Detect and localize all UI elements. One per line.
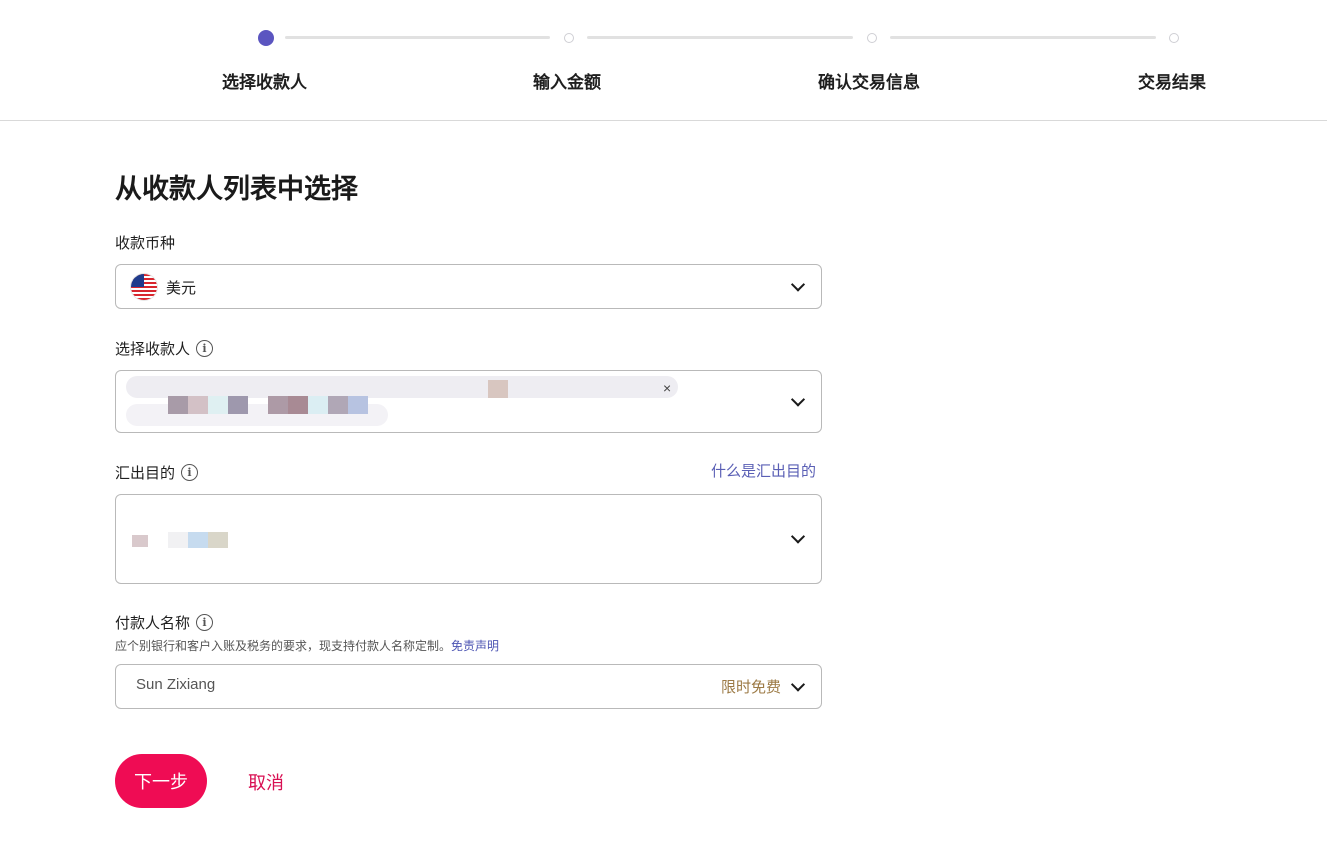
purpose-help-link[interactable]: 什么是汇出目的 [711,460,816,481]
currency-select[interactable]: 美元 [115,264,822,309]
purpose-select[interactable] [115,494,822,584]
purpose-label: 汇出目的 i [115,462,199,483]
step-2-label: 输入金额 [533,73,601,92]
masked-text [208,396,228,414]
cancel-button[interactable]: 取消 [248,769,284,795]
step-1-label: 选择收款人 [222,73,307,92]
currency-label-text: 收款币种 [115,235,176,252]
masked-text [188,532,208,548]
payer-note-text: 应个别银行和客户入账及税务的要求，现支持付款人名称定制。 [115,639,452,653]
masked-text [188,396,208,414]
masked-text [308,396,328,414]
chevron-down-icon[interactable] [790,676,806,692]
us-flag-icon [131,274,157,300]
payer-label-text: 付款人名称 [115,615,191,632]
payer-note: 应个别银行和客户入账及税务的要求，现支持付款人名称定制。免责声明 [115,637,499,654]
purpose-label-text: 汇出目的 [115,465,176,482]
payer-label: 付款人名称 i [115,612,214,633]
step-connector [285,36,550,39]
payer-value: Sun Zixiang [136,676,216,693]
next-button[interactable]: 下一步 [115,754,207,808]
step-2-indicator [564,33,574,43]
masked-text [328,396,348,414]
disclaimer-link[interactable]: 免责声明 [451,639,499,653]
info-icon[interactable]: i [196,614,214,631]
info-icon[interactable]: i [196,340,214,357]
payee-label: 选择收款人 i [115,338,214,359]
step-connector [587,36,853,39]
payer-select[interactable]: Sun Zixiang 限时免费 [115,664,822,709]
masked-text [168,532,188,548]
step-4-label: 交易结果 [1138,73,1206,92]
currency-value: 美元 [166,280,197,297]
masked-text [268,396,288,414]
free-badge: 限时免费 [720,679,781,696]
payee-select[interactable]: × [115,370,822,433]
info-icon[interactable]: i [181,464,199,481]
step-connector [890,36,1156,39]
payee-label-text: 选择收款人 [115,341,191,358]
chevron-down-icon[interactable] [790,391,806,407]
masked-text [168,396,188,414]
chevron-down-icon[interactable] [790,529,806,544]
masked-text [208,532,228,548]
masked-text [288,396,308,414]
step-3-label: 确认交易信息 [818,73,920,92]
masked-text [348,396,368,414]
step-4-indicator [1169,33,1179,43]
close-icon[interactable]: × [663,380,671,396]
step-3-indicator [867,33,877,43]
masked-text [132,535,148,547]
currency-label: 收款币种 [115,232,175,253]
step-1-indicator [258,30,274,46]
payee-chip[interactable] [126,376,678,398]
masked-text [228,396,248,414]
chevron-down-icon[interactable] [790,276,806,292]
masked-text [488,380,508,398]
progress-stepper: 选择收款人 输入金额 确认交易信息 交易结果 [0,0,1327,121]
page-title: 从收款人列表中选择 [115,174,358,204]
